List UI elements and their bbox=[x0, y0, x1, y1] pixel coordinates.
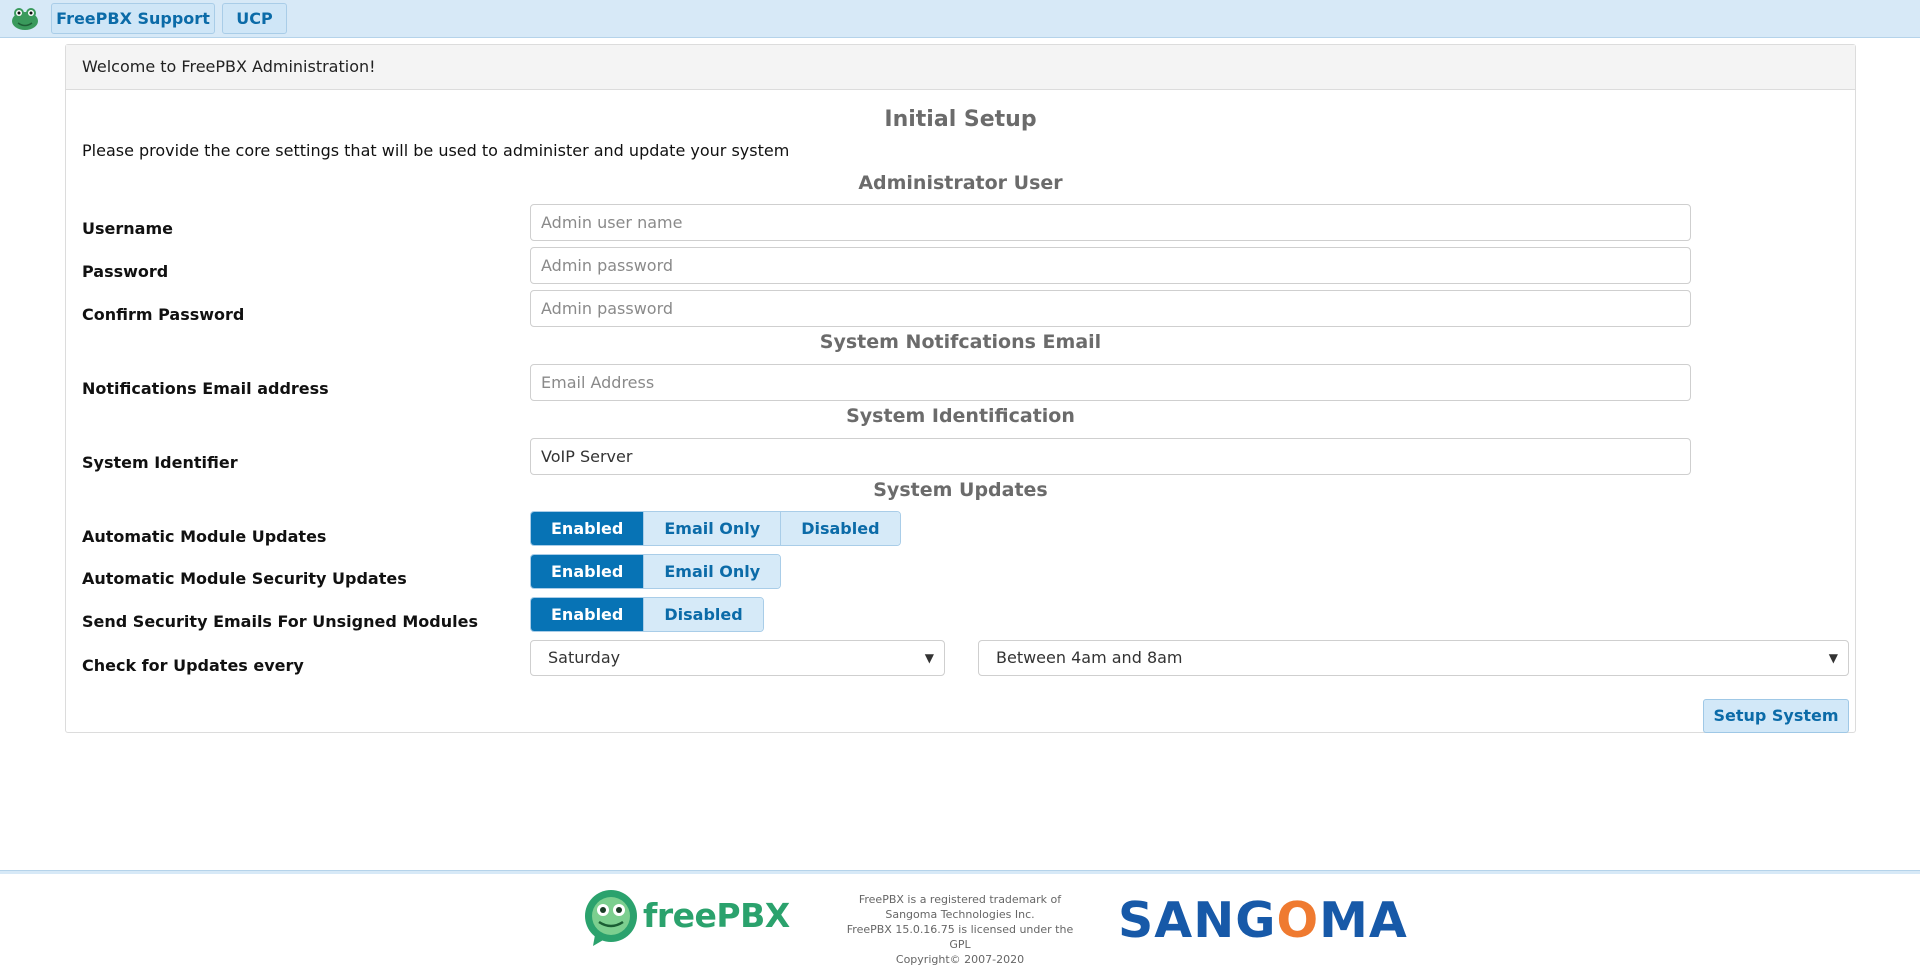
update-time-select[interactable]: Between 4am and 8am ▼ bbox=[978, 640, 1849, 676]
freepbx-support-button[interactable]: FreePBX Support bbox=[51, 3, 215, 34]
footer-line: FreePBX is a registered trademark of bbox=[858, 893, 1062, 906]
system-identifier-input[interactable] bbox=[530, 438, 1691, 475]
username-label: Username bbox=[82, 219, 173, 238]
section-title-notifications: System Notifcations Email bbox=[819, 331, 1102, 353]
auto-security-updates-toggle: Enabled Email Only bbox=[530, 554, 782, 589]
footer-line: Copyright© 2007-2020 bbox=[895, 953, 1025, 966]
auto-module-enabled-option[interactable]: Enabled bbox=[531, 512, 645, 545]
confirm-password-label: Confirm Password bbox=[82, 305, 245, 324]
auto-module-disabled-option[interactable]: Disabled bbox=[781, 512, 900, 545]
setup-system-button[interactable]: Setup System bbox=[1703, 699, 1849, 733]
top-navbar: FreePBX Support UCP bbox=[0, 0, 1920, 38]
freepbx-logo-icon[interactable] bbox=[583, 889, 639, 947]
password-input[interactable] bbox=[530, 247, 1691, 284]
system-identifier-label: System Identifier bbox=[82, 453, 238, 472]
freepbx-wordmark: freePBX bbox=[643, 896, 790, 935]
intro-text: Please provide the core settings that wi… bbox=[82, 141, 790, 160]
section-title-updates: System Updates bbox=[873, 479, 1048, 501]
footer-line: Sangoma Technologies Inc. bbox=[885, 908, 1035, 921]
confirm-password-input[interactable] bbox=[530, 290, 1691, 327]
chevron-down-icon: ▼ bbox=[924, 651, 934, 665]
panel-heading: Welcome to FreePBX Administration! bbox=[66, 45, 1855, 90]
auto-security-email-only-option[interactable]: Email Only bbox=[644, 555, 781, 588]
ucp-button[interactable]: UCP bbox=[222, 3, 287, 34]
unsigned-emails-label: Send Security Emails For Unsigned Module… bbox=[82, 612, 478, 631]
check-updates-label: Check for Updates every bbox=[82, 656, 304, 675]
sangoma-o-icon: O bbox=[1276, 892, 1320, 949]
email-label: Notifications Email address bbox=[82, 379, 329, 398]
freepbx-frog-icon[interactable] bbox=[10, 6, 40, 32]
sangoma-wordmark-part: MA bbox=[1319, 892, 1408, 949]
update-day-select[interactable]: Saturday ▼ bbox=[530, 640, 945, 676]
unsigned-emails-toggle: Enabled Disabled bbox=[530, 597, 764, 632]
unsigned-emails-enabled-option[interactable]: Enabled bbox=[531, 598, 645, 631]
auto-security-updates-label: Automatic Module Security Updates bbox=[82, 569, 407, 588]
page-title: Initial Setup bbox=[884, 107, 1037, 132]
auto-module-updates-toggle: Enabled Email Only Disabled bbox=[530, 511, 901, 546]
footer-line: FreePBX 15.0.16.75 is licensed under the… bbox=[846, 923, 1074, 951]
password-label: Password bbox=[82, 262, 169, 281]
section-title-identification: System Identification bbox=[846, 405, 1075, 427]
chevron-down-icon: ▼ bbox=[1828, 651, 1838, 665]
sangoma-wordmark-part: SANG bbox=[1118, 892, 1277, 949]
sangoma-logo[interactable]: SANGOMA bbox=[1118, 893, 1408, 949]
auto-module-updates-label: Automatic Module Updates bbox=[82, 527, 327, 546]
update-time-value: Between 4am and 8am bbox=[996, 648, 1183, 667]
section-title-admin: Administrator User bbox=[858, 172, 1063, 194]
initial-setup-panel: Welcome to FreePBX Administration! Initi… bbox=[65, 44, 1856, 733]
username-input[interactable] bbox=[530, 204, 1691, 241]
auto-security-enabled-option[interactable]: Enabled bbox=[531, 555, 645, 588]
email-input[interactable] bbox=[530, 364, 1691, 401]
update-day-value: Saturday bbox=[548, 648, 621, 667]
footer-divider bbox=[0, 870, 1920, 874]
auto-module-email-only-option[interactable]: Email Only bbox=[644, 512, 782, 545]
unsigned-emails-disabled-option[interactable]: Disabled bbox=[644, 598, 763, 631]
footer-legal-text: FreePBX is a registered trademark of San… bbox=[835, 892, 1085, 967]
